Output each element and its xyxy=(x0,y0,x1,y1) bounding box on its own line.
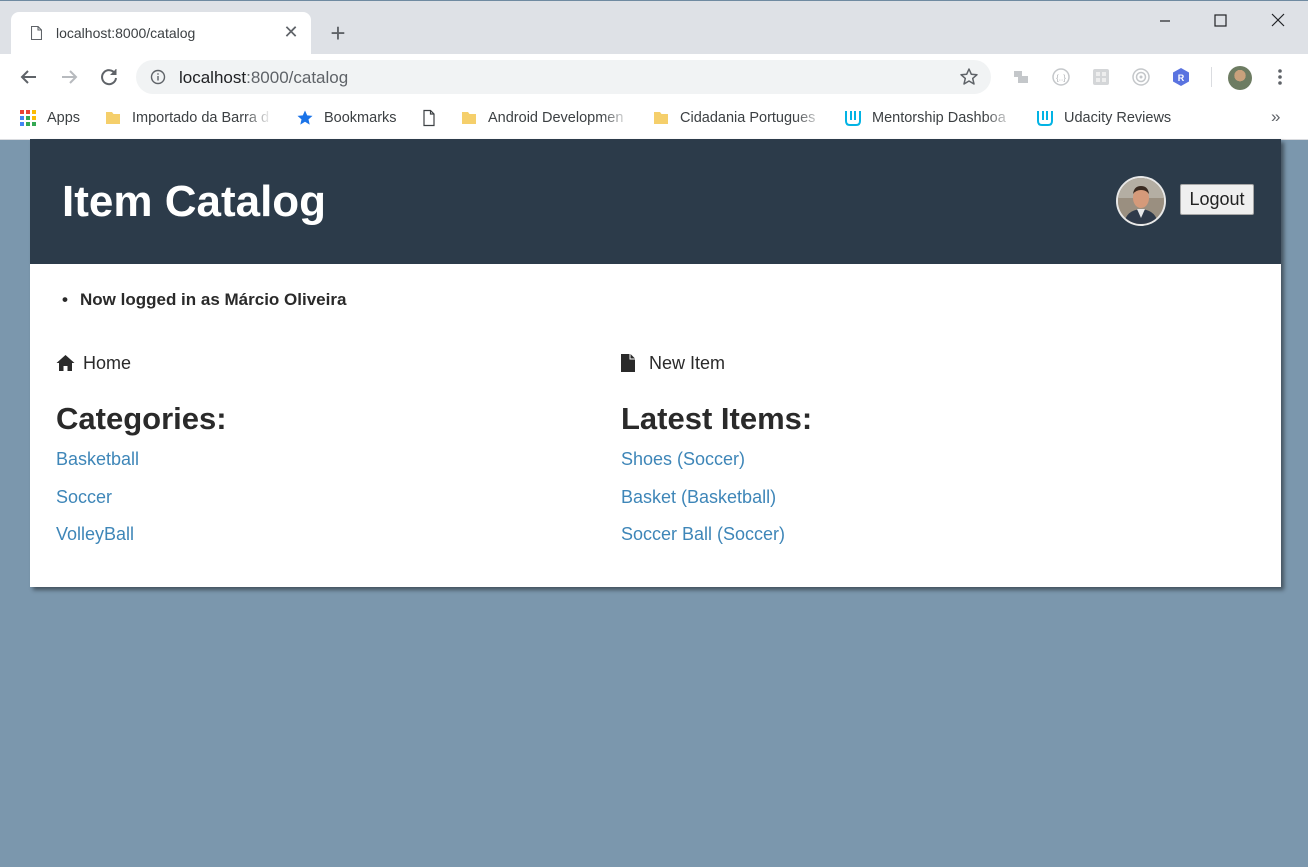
json-ext-icon[interactable]: {..} xyxy=(1051,67,1071,87)
logout-button[interactable]: Logout xyxy=(1180,184,1254,215)
window-close-icon[interactable] xyxy=(1266,9,1290,33)
bookmarks-overflow-icon[interactable]: » xyxy=(1271,107,1280,127)
list-item: Basketball xyxy=(56,449,139,487)
bookmark-cidadania[interactable]: Cidadania Portugues xyxy=(652,100,824,136)
browser-tab[interactable]: localhost:8000/catalog ✕ xyxy=(11,12,311,54)
maximize-icon[interactable] xyxy=(1208,9,1232,33)
url-host: localhost xyxy=(179,68,247,87)
menu-dots-icon[interactable] xyxy=(1270,67,1290,87)
document-icon xyxy=(423,109,435,127)
folder-icon xyxy=(462,112,476,124)
tab-strip: localhost:8000/catalog ✕ + xyxy=(0,1,1308,54)
item-link-shoes[interactable]: Shoes (Soccer) xyxy=(621,449,745,469)
folder-ext-icon[interactable] xyxy=(1011,67,1031,87)
reload-icon[interactable] xyxy=(97,65,121,89)
categories-title: Categories: xyxy=(56,401,227,436)
flash-message: Now logged in as Márcio Oliveira xyxy=(62,290,346,310)
list-item: Soccer Ball (Soccer) xyxy=(621,524,785,562)
minimize-icon[interactable] xyxy=(1153,9,1177,33)
back-icon[interactable] xyxy=(17,65,41,89)
tab-title: localhost:8000/catalog xyxy=(56,25,196,41)
folder-icon xyxy=(106,112,120,124)
profile-avatar[interactable] xyxy=(1228,66,1252,90)
list-item: Basket (Basketball) xyxy=(621,487,785,525)
file-icon xyxy=(621,354,635,372)
home-icon xyxy=(56,355,75,371)
svg-text:{..}: {..} xyxy=(1056,74,1066,83)
bookmark-apps[interactable]: Apps xyxy=(19,100,80,136)
tab-close-icon[interactable]: ✕ xyxy=(281,21,301,43)
item-link-basket[interactable]: Basket (Basketball) xyxy=(621,487,776,507)
category-link-soccer[interactable]: Soccer xyxy=(56,487,112,507)
site-title[interactable]: Item Catalog xyxy=(62,177,326,227)
bookmark-bookmarks-label: Bookmarks xyxy=(324,110,397,126)
new-item-link[interactable]: New Item xyxy=(621,352,725,374)
r-ext-icon[interactable]: R xyxy=(1171,67,1191,87)
categories-list: Basketball Soccer VolleyBall xyxy=(56,449,139,562)
page-icon xyxy=(31,26,42,40)
bookmark-android[interactable]: Android Developmen xyxy=(460,100,630,136)
bookmark-bookmarks[interactable]: Bookmarks xyxy=(296,100,397,136)
browser-chrome: localhost:8000/catalog ✕ + localhost:800… xyxy=(0,0,1308,140)
bookmark-page[interactable] xyxy=(420,100,448,136)
bookmarks-bar: Apps Importado da Barra d Bookmarks Andr… xyxy=(0,100,1308,140)
folder-icon xyxy=(654,112,668,124)
r-ext-badge: R xyxy=(1178,73,1185,83)
list-item: VolleyBall xyxy=(56,524,139,562)
list-item: Shoes (Soccer) xyxy=(621,449,785,487)
grid-ext-icon[interactable] xyxy=(1091,67,1111,87)
bookmark-mentorship-label: Mentorship Dashboa xyxy=(872,110,1006,126)
new-item-link-label: New Item xyxy=(649,352,726,373)
category-link-volleyball[interactable]: VolleyBall xyxy=(56,524,134,544)
forward-icon[interactable] xyxy=(57,65,81,89)
home-link-label: Home xyxy=(83,352,132,373)
catalog-card: Item Catalog Logout Now logged in as Már… xyxy=(30,139,1281,587)
category-link-basketball[interactable]: Basketball xyxy=(56,449,139,469)
url-path: :8000/catalog xyxy=(246,68,349,87)
bookmark-cidadania-label: Cidadania Portugues xyxy=(680,110,816,126)
list-item: Soccer xyxy=(56,487,139,525)
bookmark-android-label: Android Developmen xyxy=(488,110,624,126)
site-header: Item Catalog Logout xyxy=(30,139,1281,264)
toolbar-separator xyxy=(1211,67,1212,87)
latest-items-title: Latest Items: xyxy=(621,401,813,436)
bookmark-udacity-label: Udacity Reviews xyxy=(1064,110,1172,126)
browser-toolbar: localhost:8000/catalog {..} R xyxy=(0,54,1308,100)
udacity-logo-icon xyxy=(845,111,861,126)
home-link[interactable]: Home xyxy=(56,352,131,374)
info-icon[interactable] xyxy=(150,69,166,85)
target-ext-icon[interactable] xyxy=(1131,67,1151,87)
url-text: localhost:8000/catalog xyxy=(179,68,348,88)
avatar-photo-icon xyxy=(1118,178,1164,224)
udacity-logo-icon xyxy=(1037,111,1053,126)
blue-star-icon xyxy=(297,110,313,125)
latest-items-list: Shoes (Soccer) Basket (Basketball) Socce… xyxy=(621,449,785,562)
bookmark-importado[interactable]: Importado da Barra d xyxy=(104,100,272,136)
bookmark-importado-label: Importado da Barra d xyxy=(132,110,270,126)
bookmark-apps-label: Apps xyxy=(47,110,81,126)
bookmark-mentorship[interactable]: Mentorship Dashboa xyxy=(844,100,1014,136)
bookmark-udacity[interactable]: Udacity Reviews xyxy=(1036,100,1171,136)
new-tab-icon[interactable]: + xyxy=(325,20,351,46)
user-avatar xyxy=(1116,176,1166,226)
bookmark-star-icon[interactable] xyxy=(959,67,979,87)
address-bar[interactable]: localhost:8000/catalog xyxy=(136,60,991,94)
item-link-soccer-ball[interactable]: Soccer Ball (Soccer) xyxy=(621,524,785,544)
apps-grid-icon xyxy=(20,110,36,126)
